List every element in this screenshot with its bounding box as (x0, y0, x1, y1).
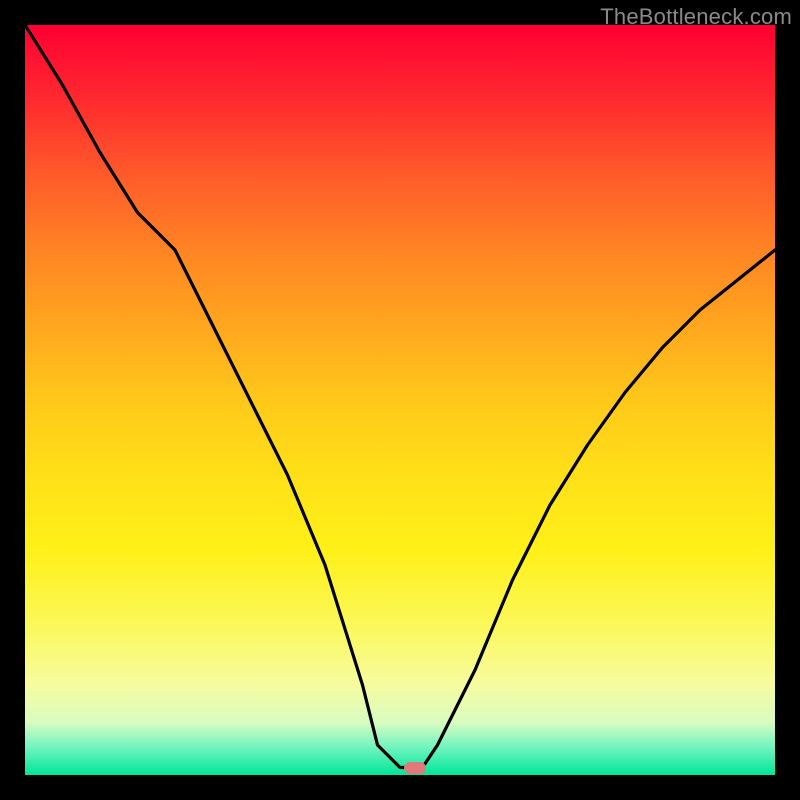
watermark-text: TheBottleneck.com (600, 4, 792, 30)
bottleneck-curve (25, 25, 775, 775)
plot-area (25, 25, 775, 775)
optimal-point-marker (404, 762, 426, 774)
chart-frame: TheBottleneck.com (0, 0, 800, 800)
